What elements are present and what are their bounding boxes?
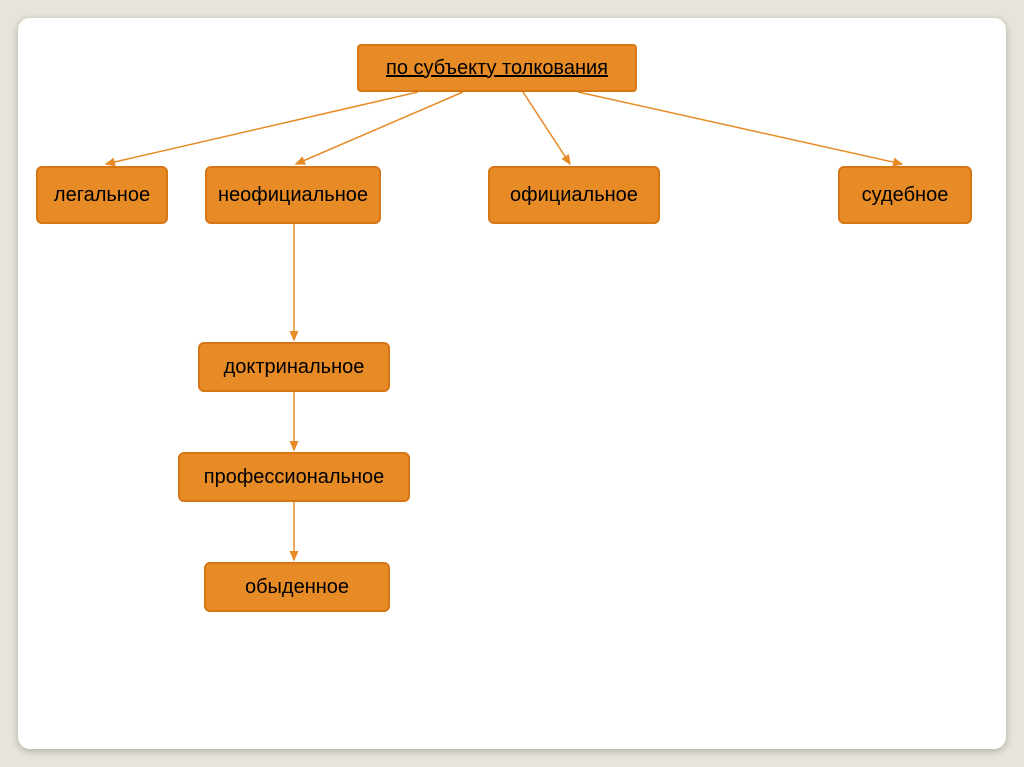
- node-judicial-label: судебное: [862, 184, 949, 207]
- root-label: по субъекту толкования: [386, 57, 608, 80]
- node-doctrinal: доктринальное: [198, 342, 390, 392]
- node-judicial: судебное: [838, 166, 972, 224]
- node-ordinary: обыденное: [204, 562, 390, 612]
- node-official-label: официальное: [510, 184, 638, 207]
- node-unofficial-label: неофициальное: [218, 184, 368, 207]
- node-professional: профессиональное: [178, 452, 410, 502]
- node-doctrinal-label: доктринальное: [224, 356, 365, 379]
- root-node: по субъекту толкования: [357, 44, 637, 92]
- node-ordinary-label: обыденное: [245, 576, 349, 599]
- node-unofficial: неофициальное: [205, 166, 381, 224]
- node-legal: легальное: [36, 166, 168, 224]
- connector-arrows: [18, 18, 1006, 749]
- node-professional-label: профессиональное: [204, 466, 385, 489]
- diagram-card: по субъекту толкования легальное неофици…: [18, 18, 1006, 749]
- node-official: официальное: [488, 166, 660, 224]
- node-legal-label: легальное: [54, 184, 150, 207]
